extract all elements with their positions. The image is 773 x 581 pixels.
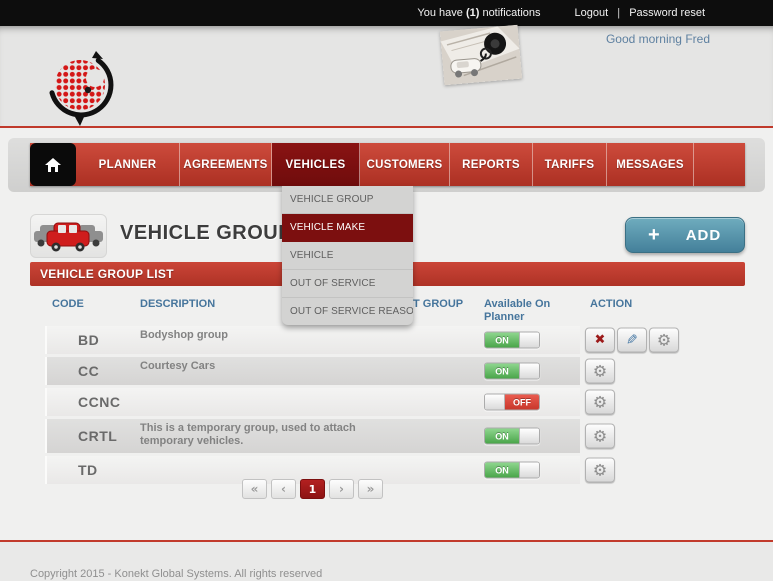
company-logo-icon[interactable] <box>36 38 128 126</box>
notifications-suffix: notifications <box>479 7 541 19</box>
row-code: TD <box>78 462 98 478</box>
car-keys-photo <box>439 24 523 86</box>
toggle-knob <box>519 363 539 379</box>
toggle-on-label: ON <box>485 363 519 379</box>
row-description: Courtesy Cars <box>140 360 216 372</box>
table-row: BD Bodyshop group ON ✖ ✎ ⚙ <box>0 326 773 354</box>
pagination: « ‹ 1 › » <box>45 479 580 499</box>
settings-button[interactable]: ⚙ <box>585 423 615 449</box>
toggle-off-label: OFF <box>505 394 539 410</box>
planner-toggle[interactable]: ON <box>484 427 540 445</box>
pagination-first-button[interactable]: « <box>242 479 267 499</box>
toggle-on-label: ON <box>485 462 519 478</box>
greeting-text: Good morning Fred <box>605 32 710 46</box>
toggle-knob <box>485 394 505 410</box>
planner-toggle[interactable]: ON <box>484 461 540 479</box>
footer: Copyright 2015 - Konekt Global Systems. … <box>0 542 773 581</box>
vehicles-dropdown-menu: VEHICLE GROUP VEHICLE MAKE VEHICLE OUT O… <box>282 186 413 325</box>
column-header-action: ACTION <box>590 298 633 310</box>
home-button[interactable] <box>30 143 76 186</box>
row-code: BD <box>78 332 100 348</box>
copyright-text: Copyright 2015 - Konekt Global Systems. … <box>30 568 323 580</box>
cars-icon <box>34 222 103 252</box>
home-icon <box>45 157 61 172</box>
pagination-next-button[interactable]: › <box>329 479 354 499</box>
row-code: CRTL <box>78 428 118 444</box>
settings-button[interactable]: ⚙ <box>585 358 615 384</box>
notifications-count: (1) <box>465 7 480 19</box>
link-separator: | <box>617 7 621 19</box>
nav-item-reports[interactable]: REPORTS <box>450 143 533 186</box>
table-row: CCNC OFF ⚙ <box>0 388 773 416</box>
dropdown-item-vehicle-group[interactable]: VEHICLE GROUP <box>282 186 413 214</box>
nav-item-tariffs[interactable]: TARIFFS <box>533 143 607 186</box>
nav-item-messages[interactable]: MESSAGES <box>607 143 694 186</box>
row-description: This is a temporary group, used to attac… <box>140 422 356 447</box>
delete-button[interactable]: ✖ <box>585 327 615 353</box>
gear-icon: ⚙ <box>592 392 608 411</box>
planner-toggle[interactable]: ON <box>484 331 540 349</box>
pagination-last-button[interactable]: » <box>358 479 383 499</box>
column-header-group: T GROUP <box>413 298 464 310</box>
table-row: CRTL This is a temporary group, used to … <box>0 419 773 453</box>
toggle-knob <box>519 428 539 444</box>
password-reset-link[interactable]: Password reset <box>629 7 705 19</box>
settings-button[interactable]: ⚙ <box>585 457 615 483</box>
vehicle-group-icon-tile <box>30 214 107 258</box>
settings-button[interactable]: ⚙ <box>649 327 679 353</box>
pagination-page-1[interactable]: 1 <box>300 479 325 499</box>
dropdown-item-vehicle-make[interactable]: VEHICLE MAKE <box>282 214 413 242</box>
toggle-knob <box>519 462 539 478</box>
row-description: Bodyshop group <box>140 329 228 341</box>
nav-container: PLANNER AGREEMENTS VEHICLES CUSTOMERS RE… <box>8 138 765 192</box>
notifications-text: You have <box>417 7 466 19</box>
vehicle-group-table: BD Bodyshop group ON ✖ ✎ ⚙ CC Courtesy C… <box>0 326 773 487</box>
add-button[interactable]: + ADD <box>625 217 745 253</box>
row-code: CCNC <box>78 394 121 410</box>
nav-item-planner[interactable]: PLANNER <box>76 143 180 186</box>
session-links: Logout | Password reset <box>575 7 705 19</box>
table-row: CC Courtesy Cars ON ⚙ <box>0 357 773 385</box>
dropdown-item-out-of-service[interactable]: OUT OF SERVICE <box>282 270 413 298</box>
app-window: You have (1) notifications Logout | Pass… <box>0 0 773 581</box>
row-code: CC <box>78 363 100 379</box>
settings-button[interactable]: ⚙ <box>585 389 615 415</box>
header: Good morning Fred <box>0 24 773 128</box>
toggle-on-label: ON <box>485 332 519 348</box>
add-button-label: ADD <box>685 226 722 244</box>
toggle-on-label: ON <box>485 428 519 444</box>
toggle-knob <box>519 332 539 348</box>
dropdown-item-vehicle[interactable]: VEHICLE <box>282 242 413 270</box>
main-nav: PLANNER AGREEMENTS VEHICLES CUSTOMERS RE… <box>30 143 745 186</box>
column-header-description: DESCRIPTION <box>140 298 216 310</box>
gear-icon: ⚙ <box>592 361 608 380</box>
dropdown-item-out-of-service-reasons[interactable]: OUT OF SERVICE REASONS <box>282 298 413 325</box>
edit-icon: ✎ <box>626 332 638 348</box>
column-header-code: CODE <box>52 298 84 310</box>
column-header-available-on-planner: Available On Planner <box>484 298 551 323</box>
gear-icon: ⚙ <box>656 330 672 349</box>
notifications-link[interactable]: You have (1) notifications <box>417 7 540 19</box>
planner-toggle[interactable]: ON <box>484 362 540 380</box>
nav-item-agreements[interactable]: AGREEMENTS <box>180 143 272 186</box>
plus-icon: + <box>648 224 660 246</box>
planner-toggle[interactable]: OFF <box>484 393 540 411</box>
pagination-prev-button[interactable]: ‹ <box>271 479 296 499</box>
gear-icon: ⚙ <box>592 426 608 445</box>
page-title: VEHICLE GROUP <box>120 222 293 244</box>
logout-link[interactable]: Logout <box>575 7 609 19</box>
nav-item-customers[interactable]: CUSTOMERS <box>360 143 450 186</box>
nav-item-vehicles[interactable]: VEHICLES <box>272 143 360 186</box>
topbar: You have (1) notifications Logout | Pass… <box>0 0 773 26</box>
gear-icon: ⚙ <box>592 460 608 479</box>
delete-icon: ✖ <box>594 332 606 348</box>
nav-filler <box>694 143 745 186</box>
edit-button[interactable]: ✎ <box>617 327 647 353</box>
